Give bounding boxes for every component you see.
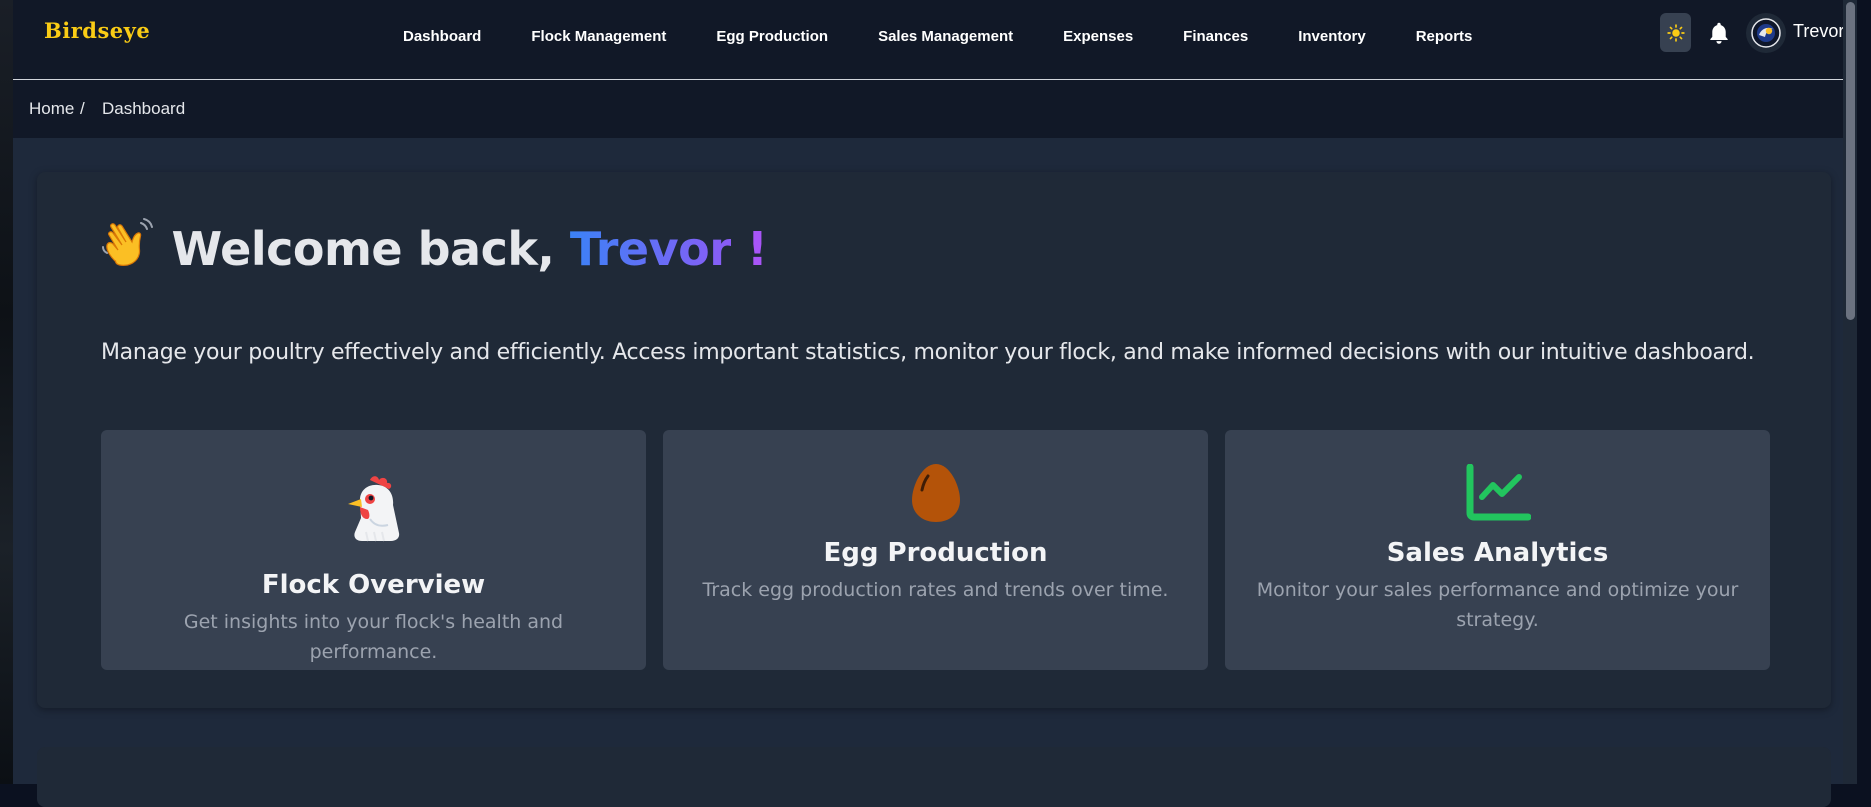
welcome-heading: Welcome back, Trevor ! bbox=[100, 217, 768, 276]
page-scrollbar[interactable] bbox=[1843, 0, 1857, 784]
scrollbar-thumb[interactable] bbox=[1846, 2, 1855, 320]
welcome-user-name: Trevor bbox=[569, 222, 732, 276]
brand-logo[interactable]: Birdseye bbox=[44, 18, 150, 43]
avatar[interactable] bbox=[1746, 13, 1786, 53]
secondary-card bbox=[37, 747, 1831, 807]
welcome-exclamation: ! bbox=[746, 222, 768, 276]
feature-card-flock-overview[interactable]: Flock Overview Get insights into your fl… bbox=[101, 430, 646, 670]
nav-flock-management[interactable]: Flock Management bbox=[531, 28, 666, 50]
chart-line-icon bbox=[1466, 464, 1531, 521]
feature-description: Get insights into your flock's health an… bbox=[183, 611, 564, 663]
feature-description: Track egg production rates and trends ov… bbox=[702, 579, 1169, 601]
nav-inventory[interactable]: Inventory bbox=[1298, 28, 1366, 50]
feature-title: Egg Production bbox=[823, 538, 1048, 568]
chicken-icon bbox=[347, 476, 399, 542]
intro-text: Manage your poultry effectively and effi… bbox=[101, 340, 1755, 365]
theme-toggle-button[interactable] bbox=[1660, 13, 1691, 52]
user-avatar-icon bbox=[1751, 18, 1781, 48]
breadcrumb-current: Dashboard bbox=[102, 99, 186, 118]
nav-dashboard[interactable]: Dashboard bbox=[403, 28, 481, 50]
feature-title: Flock Overview bbox=[261, 570, 486, 600]
main-nav: Dashboard Flock Management Egg Productio… bbox=[403, 28, 1522, 50]
feature-card-sales-analytics[interactable]: Sales Analytics Monitor your sales perfo… bbox=[1225, 430, 1770, 670]
bell-icon[interactable] bbox=[1706, 20, 1732, 46]
nav-expenses[interactable]: Expenses bbox=[1063, 28, 1133, 50]
user-name[interactable]: Trevor bbox=[1793, 21, 1844, 42]
waving-hand-icon bbox=[102, 218, 153, 266]
feature-card-egg-production[interactable]: Egg Production Track egg production rate… bbox=[663, 430, 1208, 670]
desktop-background-strip bbox=[0, 0, 13, 784]
breadcrumb: Home / Dashboard bbox=[13, 80, 1857, 138]
feature-description: Monitor your sales performance and optim… bbox=[1256, 579, 1739, 631]
nav-finances[interactable]: Finances bbox=[1183, 28, 1248, 50]
breadcrumb-separator: / bbox=[80, 99, 85, 118]
egg-icon bbox=[911, 464, 960, 522]
breadcrumb-home[interactable]: Home bbox=[29, 99, 74, 119]
welcome-greeting: Welcome back, bbox=[171, 222, 555, 276]
feature-title: Sales Analytics bbox=[1386, 538, 1609, 568]
app-window: Birdseye Dashboard Flock Management Egg … bbox=[13, 0, 1857, 807]
nav-sales-management[interactable]: Sales Management bbox=[878, 28, 1013, 50]
nav-egg-production[interactable]: Egg Production bbox=[716, 28, 828, 50]
sun-icon bbox=[1666, 23, 1685, 42]
nav-reports[interactable]: Reports bbox=[1416, 28, 1473, 50]
top-navbar: Birdseye Dashboard Flock Management Egg … bbox=[13, 0, 1857, 80]
